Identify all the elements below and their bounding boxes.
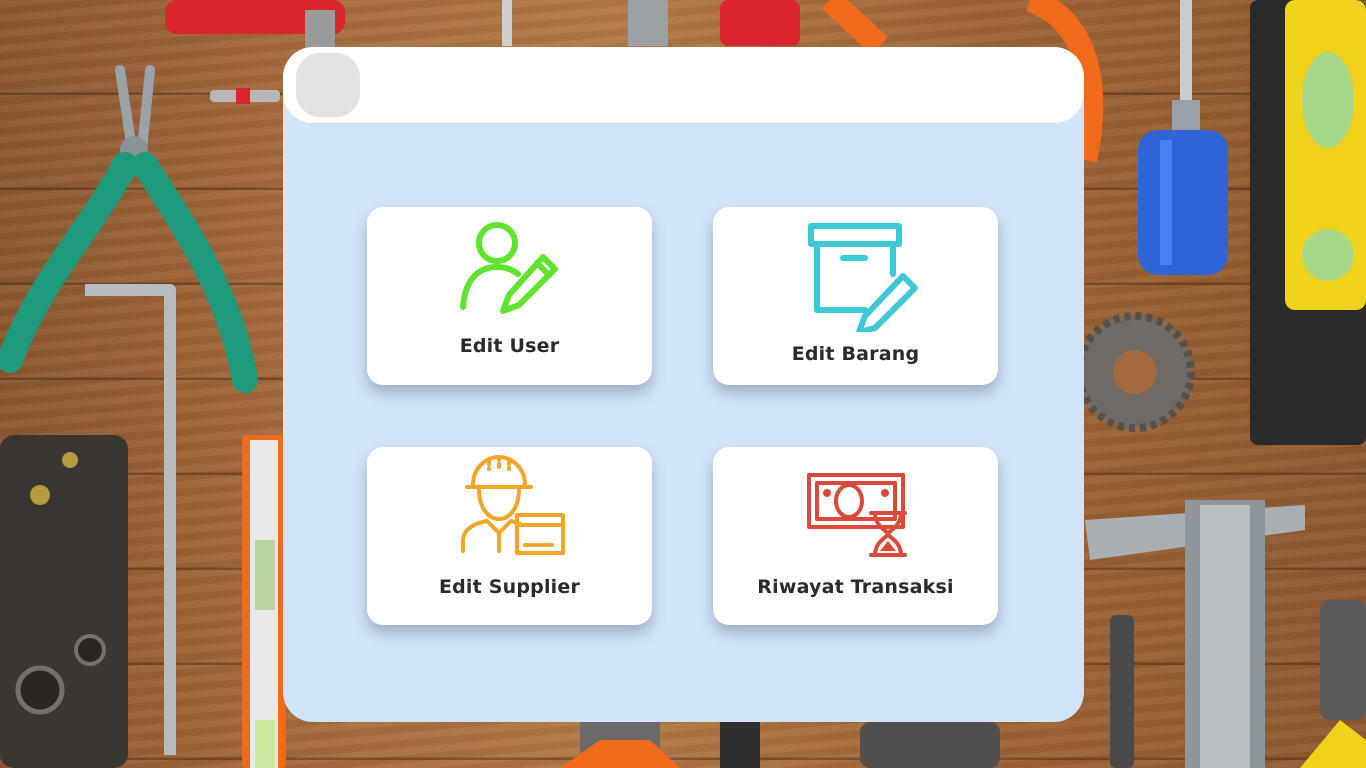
- panel-header: [283, 47, 1084, 123]
- edit-barang-button[interactable]: Edit Barang: [713, 207, 998, 385]
- supplier-icon: [461, 455, 565, 555]
- riwayat-transaksi-button[interactable]: Riwayat Transaksi: [713, 447, 998, 625]
- money-hourglass-icon: [807, 473, 907, 557]
- user-edit-icon: [460, 222, 558, 314]
- main-panel: Edit User Edit Barang Edit Supplier Riwa…: [283, 47, 1084, 722]
- box-edit-icon: [808, 223, 918, 332]
- riwayat-transaksi-label: Riwayat Transaksi: [757, 576, 954, 598]
- edit-supplier-label: Edit Supplier: [438, 576, 581, 598]
- edit-supplier-button[interactable]: Edit Supplier: [367, 447, 652, 625]
- edit-user-label: Edit User: [459, 335, 560, 357]
- edit-barang-label: Edit Barang: [791, 343, 920, 365]
- avatar[interactable]: [296, 53, 360, 117]
- edit-user-button[interactable]: Edit User: [367, 207, 652, 385]
